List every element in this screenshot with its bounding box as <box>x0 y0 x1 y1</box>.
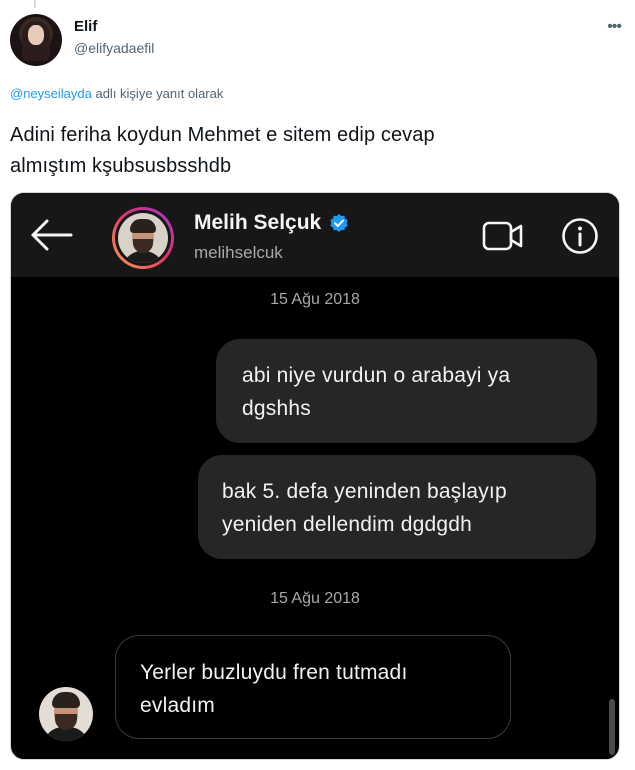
tweet-header: Elif @elifyadaefil ••• <box>10 12 625 68</box>
dm-header: Melih Selçuk melihselcuk <box>11 193 619 277</box>
contact-avatar-story-ring[interactable] <box>112 207 174 269</box>
reply-context-text: adlı kişiye yanıt olarak <box>91 86 224 101</box>
info-icon[interactable] <box>561 217 599 255</box>
message-text-line: dgshhs <box>242 397 311 420</box>
video-camera-icon[interactable] <box>481 219 525 253</box>
reply-context: @neyseilayda adlı kişiye yanıt olarak <box>10 86 223 101</box>
ellipsis-icon[interactable]: ••• <box>607 18 622 36</box>
message-text-line: evladım <box>140 694 215 717</box>
tweet-media-screenshot[interactable]: Melih Selçuk melihselcuk 15 Ağu 2018 abi… <box>10 192 620 760</box>
tweet-text: Adini feriha koydun Mehmet e sitem edip … <box>10 120 610 182</box>
author-handle[interactable]: @elifyadaefil <box>74 40 154 56</box>
sent-message-bubble[interactable]: abi niye vurdun o arabayi ya dgshhs <box>216 339 597 443</box>
contact-name: Melih Selçuk <box>194 211 322 234</box>
author-display-name[interactable]: Elif <box>74 18 97 35</box>
contact-username: melihselcuk <box>194 243 283 262</box>
message-text-line: Yerler buzluydu fren tutmadı <box>140 661 408 684</box>
thread-connector-line <box>34 0 36 8</box>
verified-badge-icon <box>330 214 348 232</box>
message-text-line: abi niye vurdun o arabayi ya <box>242 364 511 387</box>
sender-avatar[interactable] <box>39 687 93 741</box>
arrow-left-icon[interactable] <box>29 217 75 253</box>
scrollbar[interactable] <box>609 699 615 755</box>
contact-avatar <box>118 213 168 263</box>
tweet-text-line: Adini feriha koydun Mehmet e sitem edip … <box>10 124 435 146</box>
author-avatar[interactable] <box>10 14 62 66</box>
message-text-line: yeniden dellendim dgdgdh <box>222 513 472 536</box>
reply-mention-link[interactable]: @neyseilayda <box>10 86 92 101</box>
sent-message-bubble[interactable]: bak 5. defa yeninden başlayıp yeniden de… <box>198 455 596 559</box>
contact-name-row[interactable]: Melih Selçuk <box>194 211 349 235</box>
received-message-bubble[interactable]: Yerler buzluydu fren tutmadı evladım <box>115 635 511 739</box>
message-date-separator: 15 Ağu 2018 <box>270 590 360 607</box>
message-date-separator: 15 Ağu 2018 <box>270 291 360 308</box>
message-text-line: bak 5. defa yeninden başlayıp <box>222 480 507 503</box>
tweet-text-line: almıştım kşubsusbsshdb <box>10 155 232 177</box>
